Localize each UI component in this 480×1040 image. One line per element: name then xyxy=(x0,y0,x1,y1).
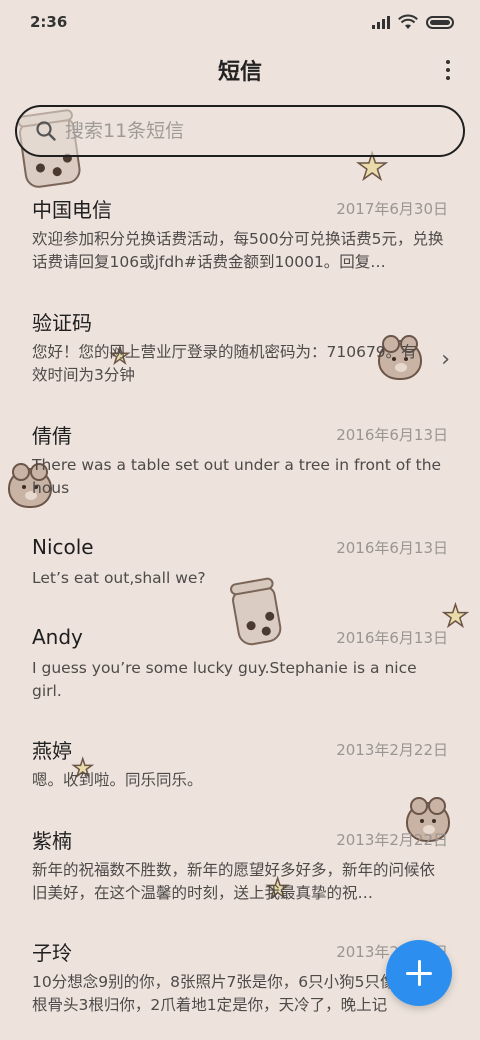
message-date: 2013年2月22日 xyxy=(336,830,448,849)
message-sender: 验证码 xyxy=(32,310,92,335)
search-bar[interactable] xyxy=(15,105,465,157)
message-date: 2016年6月13日 xyxy=(336,628,448,647)
message-preview: I guess you’re some lucky guy.Stephanie … xyxy=(32,659,417,700)
message-item-yanting[interactable]: 燕婷 2013年2月22日 嗯。收到啦。同乐同乐。 xyxy=(0,735,480,792)
message-preview: 您好！您的网上营业厅登录的随机密码为：710679。有效时间为3分钟 xyxy=(32,343,417,384)
signal-icon xyxy=(372,15,390,29)
message-preview: 嗯。收到啦。同乐同乐。 xyxy=(32,771,203,789)
message-preview: Let’s eat out,shall we? xyxy=(32,569,206,587)
message-preview: There was a table set out under a tree i… xyxy=(32,456,442,497)
status-bar: 2:36 xyxy=(0,0,480,44)
battery-icon xyxy=(426,15,454,29)
compose-button[interactable] xyxy=(386,940,452,1006)
message-item-zinan[interactable]: 紫楠 2013年2月22日 新年的祝福数不胜数，新年的愿望好多好多，新年的问候依… xyxy=(0,825,480,905)
message-item-verification-code[interactable]: 验证码 您好！您的网上营业厅登录的随机密码为：710679。有效时间为3分钟 › xyxy=(0,307,480,387)
message-sender: Nicole xyxy=(32,535,94,559)
app-header: 短信 xyxy=(0,48,480,92)
message-preview: 欢迎参加积分兑换话费活动，每500分可兑换话费5元，兑换话费请回复106或jfd… xyxy=(32,230,444,271)
message-sender: 中国电信 xyxy=(32,197,112,222)
message-sender: 倩倩 xyxy=(32,423,72,448)
message-date: 2013年2月22日 xyxy=(336,740,448,759)
status-icons xyxy=(372,14,454,30)
more-vertical-icon[interactable] xyxy=(442,58,454,82)
search-icon xyxy=(35,120,57,142)
chevron-right-icon: › xyxy=(441,347,450,372)
search-input[interactable] xyxy=(65,120,425,142)
status-time: 2:36 xyxy=(30,13,68,31)
wifi-icon xyxy=(398,14,418,29)
message-sender: 紫楠 xyxy=(32,828,72,853)
message-item-nicole[interactable]: Nicole 2016年6月13日 Let’s eat out,shall we… xyxy=(0,533,480,590)
message-date: 2016年6月13日 xyxy=(336,425,448,444)
message-date: 2017年6月30日 xyxy=(336,199,448,218)
message-item-qianqian[interactable]: 倩倩 2016年6月13日 There was a table set out … xyxy=(0,420,480,500)
page-title: 短信 xyxy=(217,60,262,85)
message-date: 2016年6月13日 xyxy=(336,538,448,557)
message-item-china-telecom[interactable]: 中国电信 2017年6月30日 欢迎参加积分兑换话费活动，每500分可兑换话费5… xyxy=(0,194,480,274)
message-sender: 子玲 xyxy=(32,940,72,965)
message-sender: Andy xyxy=(32,625,83,649)
message-sender: 燕婷 xyxy=(32,738,72,763)
message-preview: 新年的祝福数不胜数，新年的愿望好多好多，新年的问候依旧美好，在这个温馨的时刻，送… xyxy=(32,861,436,902)
message-item-andy[interactable]: Andy 2016年6月13日 I guess you’re some luck… xyxy=(0,623,480,703)
